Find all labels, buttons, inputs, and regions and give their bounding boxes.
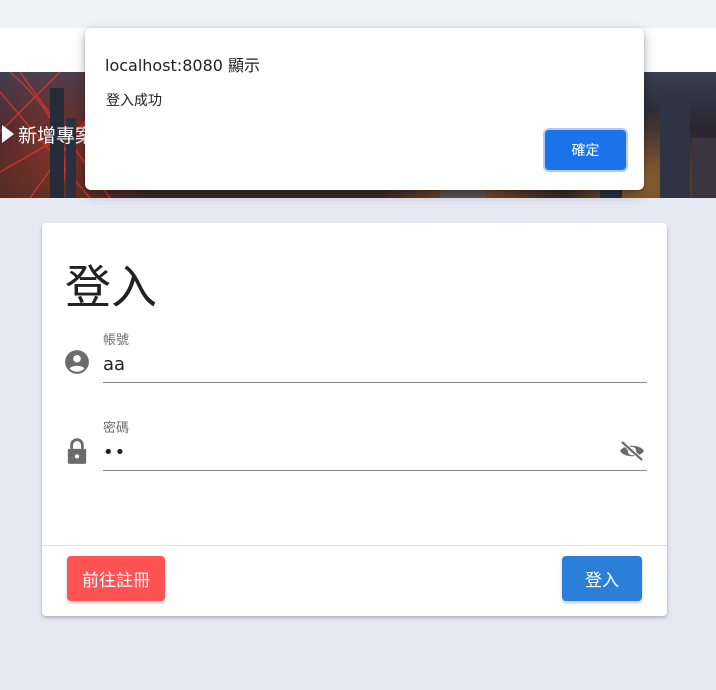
card-actions-divider bbox=[42, 545, 667, 546]
account-circle-icon bbox=[65, 350, 89, 374]
account-input[interactable] bbox=[103, 352, 647, 383]
lock-icon bbox=[67, 438, 87, 464]
nav-add-project[interactable]: 新增專案 bbox=[0, 118, 94, 150]
alert-message: 登入成功 bbox=[106, 93, 162, 109]
pencil-icon bbox=[2, 125, 14, 143]
browser-top-strip bbox=[0, 0, 716, 28]
login-button[interactable]: 登入 bbox=[562, 556, 642, 601]
page-title: 登入 bbox=[65, 260, 157, 314]
alert-title: localhost:8080 顯示 bbox=[105, 56, 261, 75]
alert-ok-button[interactable]: 確定 bbox=[545, 130, 626, 170]
login-card: 登入 帳號 密碼 前往註冊 登入 bbox=[42, 223, 667, 616]
account-label: 帳號 bbox=[103, 333, 130, 348]
alert-dialog: localhost:8080 顯示 登入成功 確定 bbox=[85, 28, 644, 190]
eye-off-icon[interactable] bbox=[618, 439, 646, 463]
nav-add-project-label: 新增專案 bbox=[18, 124, 95, 147]
register-button[interactable]: 前往註冊 bbox=[67, 556, 165, 601]
password-label: 密碼 bbox=[103, 421, 130, 436]
password-input[interactable] bbox=[103, 440, 647, 471]
